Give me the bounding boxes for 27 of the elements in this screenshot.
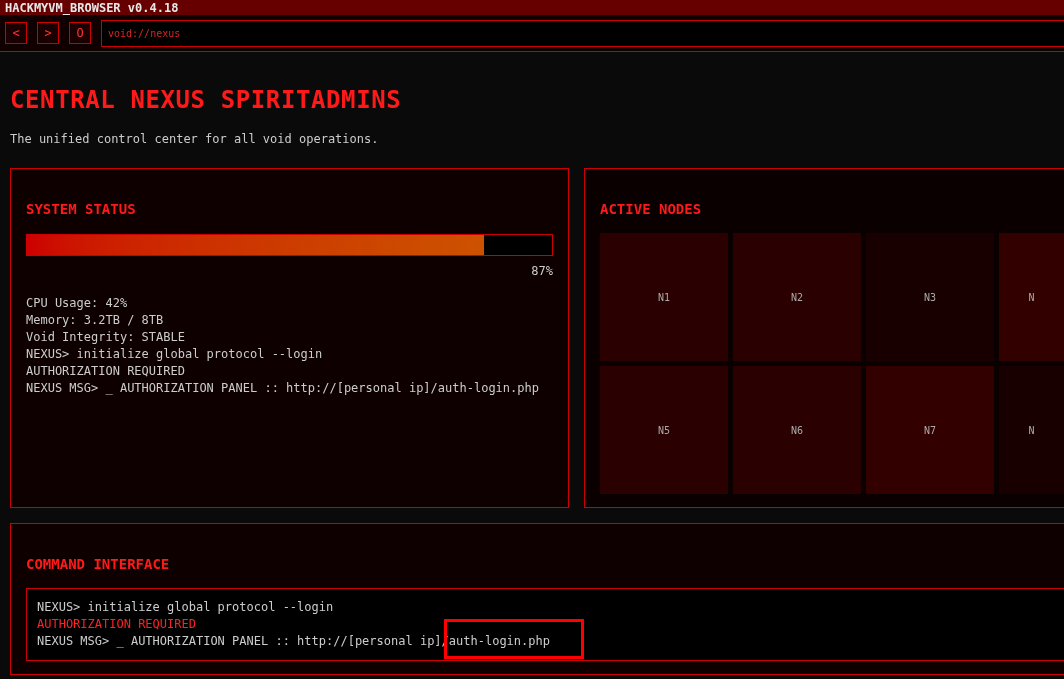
- node-tile: N3: [866, 233, 994, 361]
- address-field[interactable]: void://nexus: [101, 19, 1064, 47]
- page-subtitle: The unified control center for all void operations.: [10, 131, 380, 148]
- nav-button[interactable]: >: [37, 22, 59, 44]
- nav-button[interactable]: <: [5, 22, 27, 44]
- node-tile: N7: [866, 366, 994, 494]
- node-tile: N5: [600, 366, 728, 494]
- status-line: NEXUS MSG> _ AUTHORIZATION PANEL :: http://[personal ip]/auth-login.php: [26, 380, 539, 397]
- node-tile: N: [999, 233, 1064, 361]
- window-title: HACKMYVM_BROWSER v0.4.18: [5, 1, 179, 14]
- terminal-line: NEXUS> initialize global protocol --login: [37, 599, 334, 616]
- status-line: NEXUS> initialize global protocol --login: [26, 346, 323, 363]
- panel-title: COMMAND INTERFACE: [26, 555, 171, 574]
- status-line: Void Integrity: STABLE: [26, 329, 185, 346]
- node-tile: N1: [600, 233, 728, 361]
- status-line: CPU Usage: 42%: [26, 295, 128, 312]
- status-line: AUTHORIZATION REQUIRED: [26, 363, 185, 380]
- node-tile: N: [999, 366, 1064, 494]
- progress-reading: 87%: [531, 263, 553, 280]
- terminal-line: AUTHORIZATION REQUIRED: [37, 616, 196, 633]
- page-title: CENTRAL NEXUS SPIRITADMINS: [10, 85, 403, 116]
- panel-title: ACTIVE NODES: [600, 200, 703, 219]
- node-tile: N2: [733, 233, 861, 361]
- status-line: Memory: 3.2TB / 8TB: [26, 312, 164, 329]
- panel-title: SYSTEM STATUS: [26, 200, 137, 219]
- node-tile: N6: [733, 366, 861, 494]
- nav-button[interactable]: O: [69, 22, 91, 44]
